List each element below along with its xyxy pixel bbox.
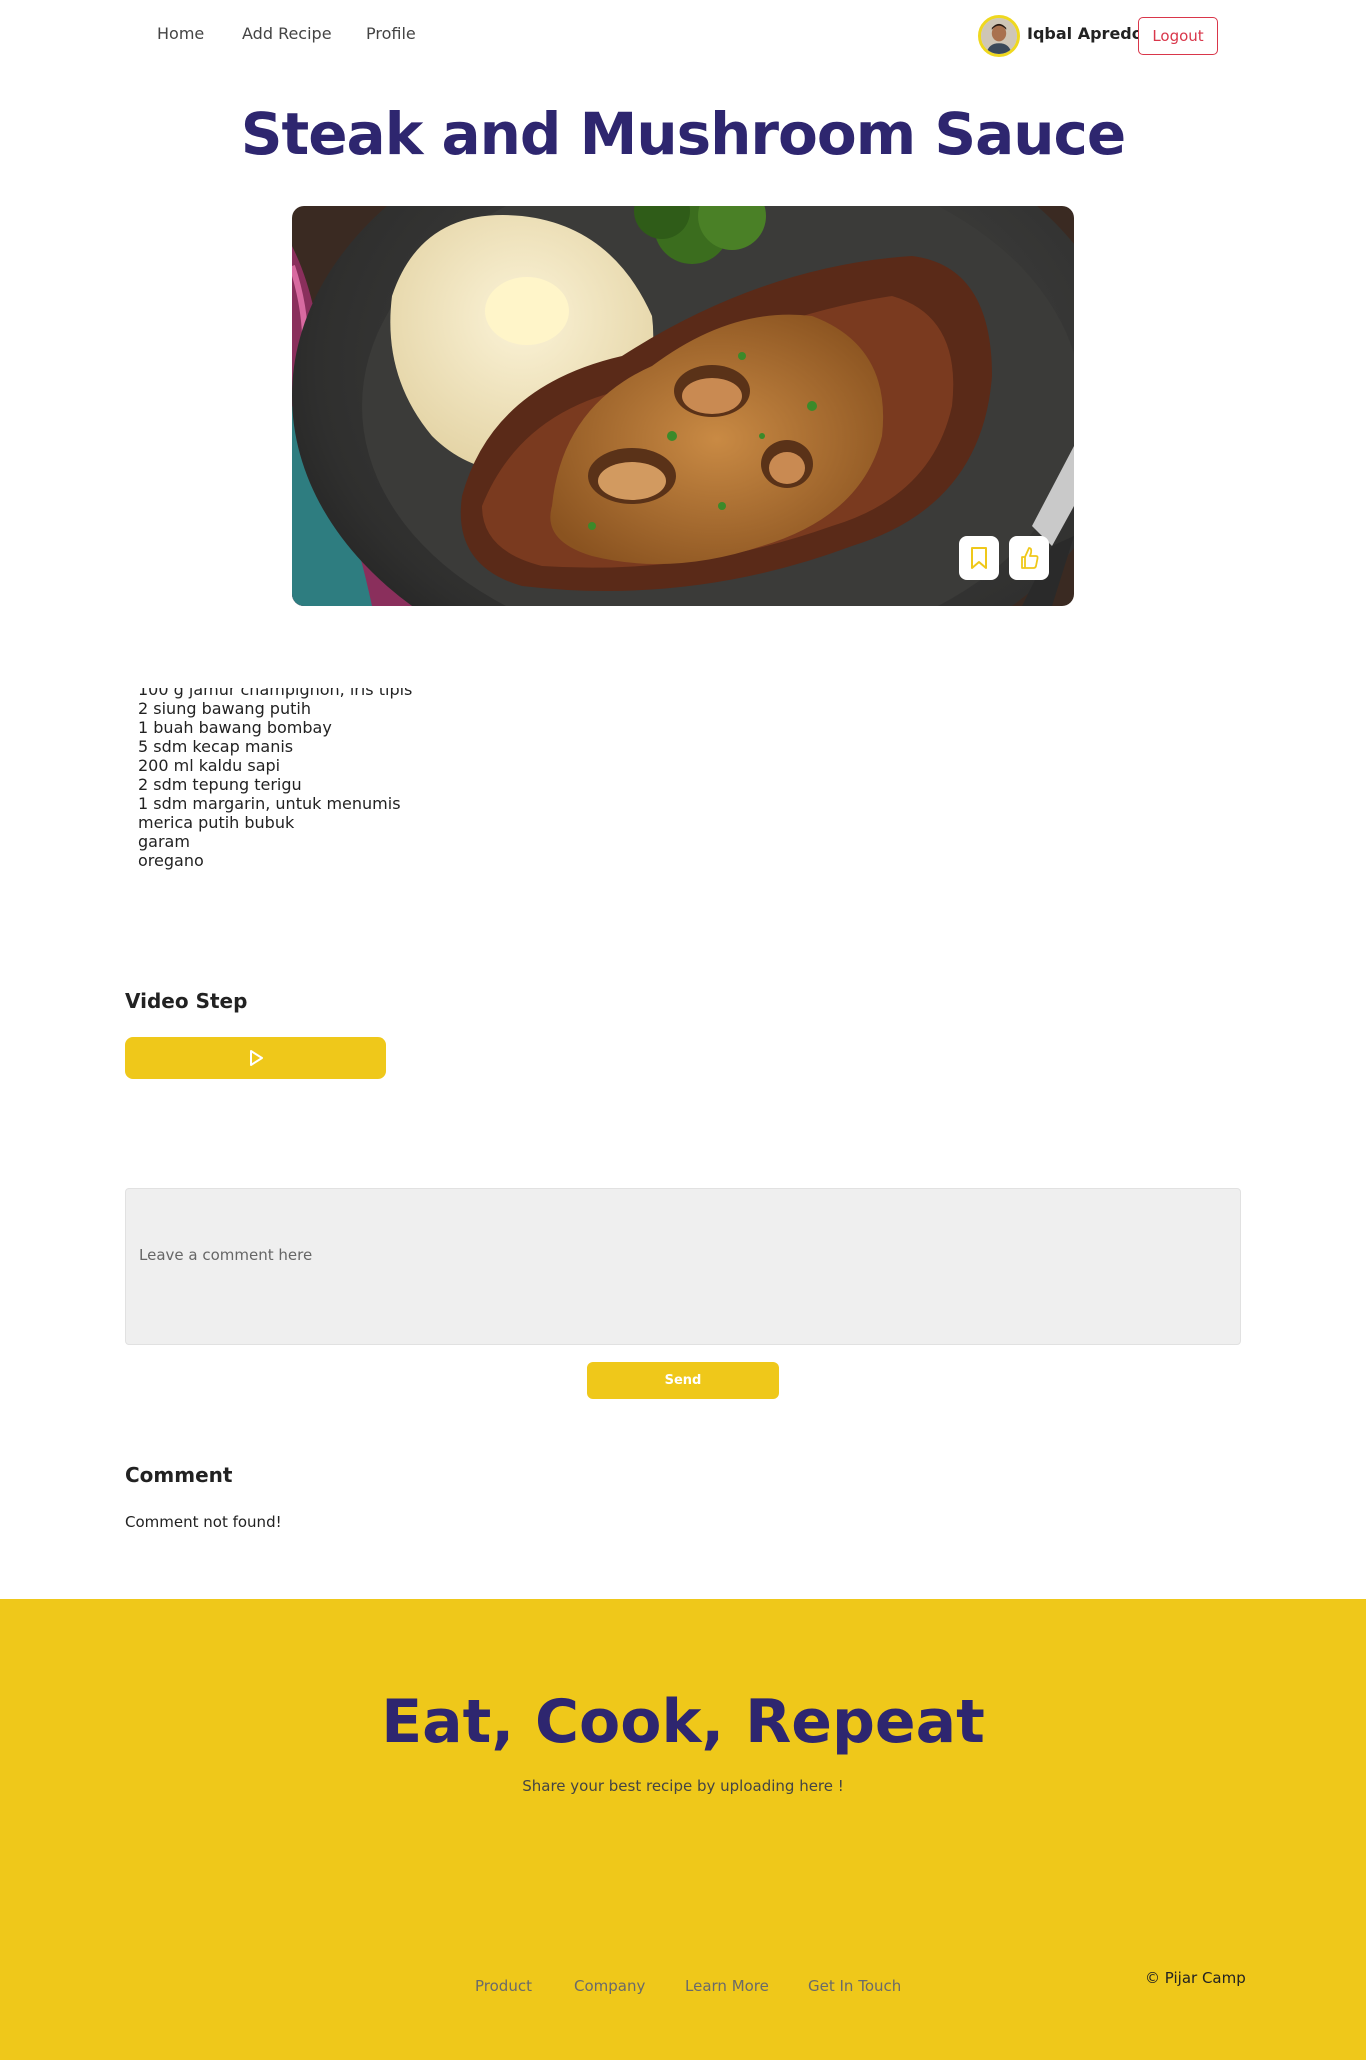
footer-link-get-in-touch[interactable]: Get In Touch <box>808 1977 901 1995</box>
ingredient-item: 200 ml kaldu sapi <box>138 756 638 775</box>
play-icon <box>249 1050 263 1066</box>
ingredient-item: 1 buah bawang bombay <box>138 718 638 737</box>
ingredient-item: oregano <box>138 851 638 870</box>
user-name: Iqbal Apredo <box>1027 24 1143 43</box>
ingredients-list-container: 100 g jamur champignon, iris tipis 2 siu… <box>138 688 638 928</box>
thumbs-up-icon <box>1021 547 1039 569</box>
logout-button[interactable]: Logout <box>1138 17 1218 55</box>
footer-link-learn-more[interactable]: Learn More <box>685 1977 769 1995</box>
play-video-button[interactable] <box>125 1037 386 1079</box>
comments-title: Comment <box>125 1463 233 1487</box>
nav-home-link[interactable]: Home <box>157 24 204 43</box>
save-recipe-button[interactable] <box>959 536 999 580</box>
ingredient-item: 2 sdm tepung terigu <box>138 775 638 794</box>
ingredient-item: 2 siung bawang putih <box>138 699 638 718</box>
recipe-image <box>292 206 1074 606</box>
footer-subtitle: Share your best recipe by uploading here… <box>522 1777 844 1795</box>
ingredient-item: 5 sdm kecap manis <box>138 737 638 756</box>
ingredient-item: 1 sdm margarin, untuk menumis <box>138 794 638 813</box>
comments-empty-message: Comment not found! <box>125 1513 282 1531</box>
avatar-image <box>981 18 1017 54</box>
footer-link-product[interactable]: Product <box>475 1977 532 1995</box>
comment-input[interactable] <box>125 1188 1241 1345</box>
video-step-title: Video Step <box>125 989 248 1013</box>
nav-add-recipe-link[interactable]: Add Recipe <box>242 24 332 43</box>
steak-photo <box>292 206 1074 606</box>
ingredient-item: garam <box>138 832 638 851</box>
ingredient-item: 100 g jamur champignon, iris tipis <box>138 688 638 699</box>
ingredient-item: merica putih bubuk <box>138 813 638 832</box>
footer-title: Eat, Cook, Repeat <box>381 1687 985 1757</box>
send-comment-button[interactable]: Send <box>587 1362 779 1399</box>
bookmark-icon <box>971 547 987 569</box>
nav-profile-link[interactable]: Profile <box>366 24 416 43</box>
ingredients-list: 100 g jamur champignon, iris tipis 2 siu… <box>138 688 638 870</box>
like-recipe-button[interactable] <box>1009 536 1049 580</box>
avatar[interactable] <box>978 15 1020 57</box>
copyright: © Pijar Camp <box>1145 1969 1246 1987</box>
recipe-title: Steak and Mushroom Sauce <box>240 100 1127 168</box>
navbar: Home Add Recipe Profile Iqbal Apredo Log… <box>0 0 1366 72</box>
footer-link-company[interactable]: Company <box>574 1977 645 1995</box>
footer: Eat, Cook, Repeat Share your best recipe… <box>0 1599 1366 2060</box>
